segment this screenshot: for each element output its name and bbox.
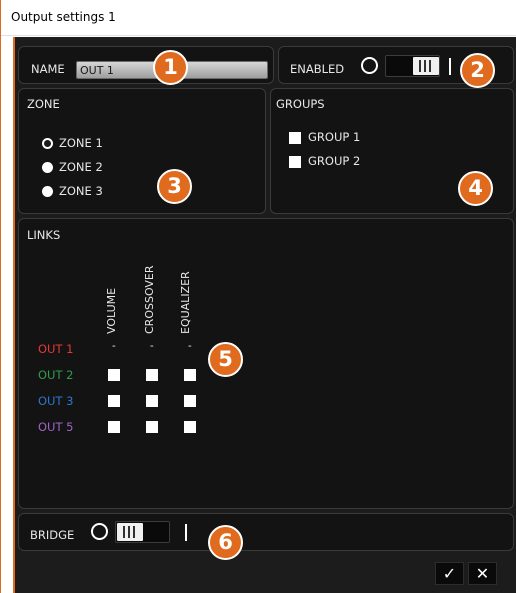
enabled-toggle[interactable] bbox=[361, 55, 461, 77]
name-label: NAME bbox=[31, 62, 65, 76]
links-title: LINKS bbox=[27, 228, 61, 242]
enabled-label: ENABLED bbox=[290, 62, 345, 76]
zone-panel: ZONE ZONE 1 ZONE 2 ZONE 3 bbox=[18, 88, 266, 214]
link-cell-empty: - bbox=[112, 340, 116, 352]
links-panel: LINKS VOLUME CROSSOVER EQUALIZER OUT 1 O… bbox=[18, 218, 514, 509]
checkbox-unchecked-icon[interactable] bbox=[289, 156, 301, 168]
link-checkbox-icon[interactable] bbox=[184, 421, 196, 433]
link-cell-empty: - bbox=[188, 340, 192, 352]
cancel-button[interactable]: ✕ bbox=[468, 562, 497, 585]
link-cell-empty: - bbox=[150, 340, 154, 352]
bridge-toggle-thumb[interactable] bbox=[117, 523, 143, 541]
bridge-label: BRIDGE bbox=[30, 528, 75, 542]
group-item-label: GROUP 2 bbox=[308, 154, 361, 168]
zone-option-label: ZONE 1 bbox=[59, 136, 103, 150]
link-checkbox-icon[interactable] bbox=[108, 369, 120, 381]
links-column-header: EQUALIZER bbox=[179, 271, 192, 334]
zone-option[interactable]: ZONE 1 bbox=[42, 136, 132, 151]
zone-option[interactable]: ZONE 2 bbox=[42, 160, 132, 175]
off-circle-icon bbox=[91, 523, 108, 540]
checkbox-unchecked-icon[interactable] bbox=[289, 132, 301, 144]
link-checkbox-icon[interactable] bbox=[184, 369, 196, 381]
link-checkbox-icon[interactable] bbox=[108, 395, 120, 407]
link-checkbox-icon[interactable] bbox=[184, 395, 196, 407]
callout-badge: 5 bbox=[208, 342, 243, 377]
bridge-panel: BRIDGE bbox=[18, 513, 514, 551]
enabled-toggle-thumb[interactable] bbox=[413, 57, 439, 75]
zone-option-label: ZONE 3 bbox=[59, 184, 103, 198]
group-item-label: GROUP 1 bbox=[308, 130, 361, 144]
dialog-content: NAME ENABLED ZONE ZONE 1 bbox=[13, 37, 516, 593]
on-line-icon bbox=[185, 524, 187, 541]
zone-option-label: ZONE 2 bbox=[59, 160, 103, 174]
links-row-label: OUT 3 bbox=[38, 394, 74, 408]
callout-badge: 4 bbox=[458, 171, 493, 206]
links-column-header: CROSSOVER bbox=[143, 265, 156, 334]
title-bar: Output settings 1 bbox=[1, 0, 516, 36]
link-checkbox-icon[interactable] bbox=[108, 421, 120, 433]
on-line-icon bbox=[449, 58, 451, 75]
link-checkbox-icon[interactable] bbox=[146, 421, 158, 433]
link-checkbox-icon[interactable] bbox=[146, 395, 158, 407]
callout-badge: 3 bbox=[157, 169, 192, 204]
confirm-button[interactable]: ✓ bbox=[435, 562, 464, 585]
links-column-header: VOLUME bbox=[105, 287, 118, 334]
callout-badge: 2 bbox=[460, 53, 495, 88]
group-item[interactable]: GROUP 2 bbox=[289, 154, 389, 169]
zone-title: ZONE bbox=[27, 97, 60, 111]
links-row-label: OUT 1 bbox=[38, 342, 74, 356]
output-settings-window: Output settings 1 NAME ENABLED ZONE bbox=[0, 0, 516, 593]
off-circle-icon bbox=[361, 57, 378, 74]
enabled-toggle-track bbox=[385, 55, 440, 77]
link-checkbox-icon[interactable] bbox=[146, 369, 158, 381]
bridge-toggle[interactable] bbox=[91, 521, 191, 543]
name-panel: NAME bbox=[18, 46, 274, 84]
zone-option[interactable]: ZONE 3 bbox=[42, 184, 132, 199]
links-row-label: OUT 5 bbox=[38, 420, 74, 434]
callout-badge: 6 bbox=[208, 525, 243, 560]
bridge-toggle-track bbox=[115, 521, 170, 543]
window-title: Output settings 1 bbox=[11, 10, 116, 24]
radio-selected-icon[interactable] bbox=[42, 138, 53, 149]
links-row-label: OUT 2 bbox=[38, 368, 74, 382]
callout-badge: 1 bbox=[153, 50, 188, 85]
groups-title: GROUPS bbox=[276, 97, 325, 111]
radio-unselected-icon[interactable] bbox=[42, 162, 53, 173]
group-item[interactable]: GROUP 1 bbox=[289, 130, 389, 145]
radio-unselected-icon[interactable] bbox=[42, 186, 53, 197]
